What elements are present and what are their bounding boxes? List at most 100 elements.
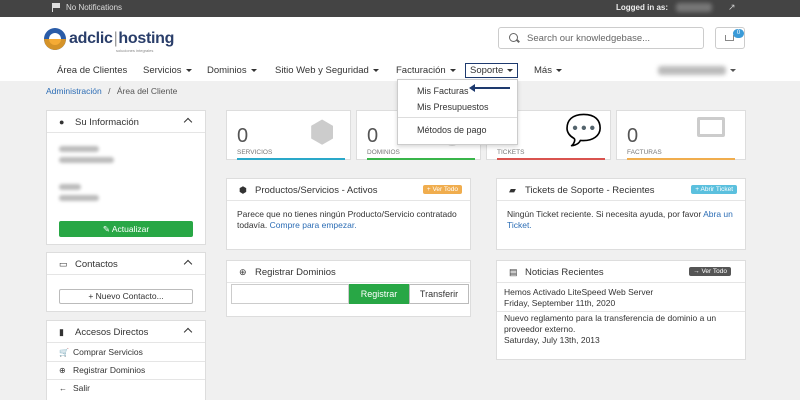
redacted-text	[59, 146, 99, 152]
view-all-button[interactable]: + Ver Todo	[422, 185, 462, 194]
knowledgebase-search	[498, 27, 704, 49]
stat-value: 0	[627, 125, 639, 147]
panel-title: Noticias Recientes	[525, 267, 604, 278]
divider	[47, 361, 205, 362]
chevron-up-icon[interactable]	[183, 117, 193, 127]
search-input[interactable]	[527, 31, 697, 45]
cart-button[interactable]: 0	[715, 27, 745, 49]
open-ticket-button[interactable]: + Abrir Ticket	[691, 185, 737, 194]
cube-icon: ⬢	[239, 185, 247, 195]
cart-icon	[725, 35, 734, 41]
cart-icon: 🛒	[59, 348, 69, 357]
panel-header: ⬢ Productos/Servicios - Activos + Ver To…	[227, 179, 470, 201]
shortcut-register-domains[interactable]: ⊕ Registrar Dominios	[59, 365, 145, 375]
stat-label: TICKETS	[497, 149, 525, 156]
comments-icon: 💬	[565, 114, 603, 147]
logout-icon[interactable]: ↗	[728, 2, 736, 13]
products-panel: ⬢ Productos/Servicios - Activos + Ver To…	[226, 178, 471, 250]
shortcut-buy-services[interactable]: 🛒 Comprar Servicios	[59, 347, 143, 357]
user-info-panel: ● Su Información ✎ Actualizar	[46, 110, 206, 245]
stat-bar	[367, 158, 475, 160]
nav-item-domains[interactable]: Dominios	[207, 65, 257, 76]
menu-item-payment-methods[interactable]: Métodos de pago	[417, 125, 487, 135]
divider	[497, 311, 745, 312]
shortcut-logout[interactable]: ← Salir	[59, 383, 90, 393]
tickets-empty-text: Ningún Ticket reciente. Si necesita ayud…	[507, 209, 733, 230]
redacted-text	[59, 157, 114, 163]
nav-item-website-security[interactable]: Sitio Web y Seguridad	[275, 65, 379, 76]
buy-link[interactable]: Compre para empezar.	[270, 220, 357, 230]
stat-tile-services[interactable]: ⬢ 0 SERVICIOS	[226, 110, 351, 160]
news-item[interactable]: Hemos Activado LiteSpeed Web Server Frid…	[504, 287, 740, 309]
chevron-up-icon[interactable]	[183, 327, 193, 337]
globe-icon: ⊕	[239, 267, 247, 277]
chevron-down-icon	[185, 68, 192, 72]
stat-bar	[237, 158, 345, 160]
redacted-text	[59, 184, 81, 190]
menu-item-my-quotes[interactable]: Mis Presupuestos	[417, 102, 489, 112]
bookmark-icon: ▮	[59, 327, 64, 337]
breadcrumb: Administración / Área del Cliente	[46, 86, 177, 96]
panel-header[interactable]: ● Su Información	[47, 111, 205, 133]
update-button[interactable]: ✎ Actualizar	[59, 221, 193, 237]
chevron-down-icon	[449, 68, 456, 72]
stat-bar	[627, 158, 735, 160]
chevron-up-icon[interactable]	[183, 259, 193, 269]
panel-header[interactable]: ▭ Contactos	[47, 253, 205, 275]
tickets-panel: ▰ Tickets de Soporte - Recientes + Abrir…	[496, 178, 746, 250]
news-date: Saturday, July 13th, 2013	[504, 335, 600, 345]
news-date: Friday, September 11th, 2020	[504, 298, 616, 308]
site-logo[interactable]: adclic|hosting soluciones integrales	[44, 28, 175, 53]
arrow-left-icon: ←	[59, 384, 67, 393]
breadcrumb-root-link[interactable]: Administración	[46, 86, 102, 96]
news-headline: Nuevo reglamento para la transferencia d…	[504, 313, 717, 334]
menu-item-my-invoices[interactable]: Mis Facturas	[417, 86, 469, 96]
search-icon[interactable]	[509, 33, 518, 42]
register-button[interactable]: Registrar	[349, 284, 409, 304]
globe-icon: ⊕	[59, 366, 66, 375]
panel-title: Productos/Servicios - Activos	[255, 185, 378, 196]
chevron-down-icon	[507, 68, 514, 72]
cube-icon: ⬢	[309, 116, 336, 149]
panel-title: Registrar Dominios	[255, 267, 336, 278]
transfer-button[interactable]: Transferir	[409, 284, 469, 304]
stat-bar	[497, 158, 605, 160]
stat-tile-invoices[interactable]: 0 FACTURAS	[616, 110, 746, 160]
nav-user-menu[interactable]	[658, 66, 726, 75]
chevron-down-icon	[372, 68, 379, 72]
nav-item-services[interactable]: Servicios	[143, 65, 192, 76]
view-all-news-button[interactable]: → Ver Todo	[689, 267, 731, 276]
panel-title: Su Información	[75, 117, 139, 128]
logo-mark-icon	[44, 28, 66, 50]
top-bar: No Notifications Logged in as: ↗	[0, 0, 800, 17]
main-nav: Área de Clientes Servicios Dominios Siti…	[0, 60, 800, 80]
panel-header: ▤ Noticias Recientes → Ver Todo	[497, 261, 745, 283]
notifications-label: No Notifications	[66, 3, 123, 12]
logged-in-user[interactable]	[676, 3, 712, 12]
shortcuts-panel: ▮ Accesos Directos 🛒 Comprar Servicios ⊕ R…	[46, 320, 206, 400]
panel-title: Contactos	[75, 259, 118, 270]
new-contact-button[interactable]: + Nuevo Contacto...	[59, 289, 193, 304]
menu-divider	[398, 117, 517, 118]
breadcrumb-current: Área del Cliente	[116, 86, 178, 96]
register-domains-panel: ⊕ Registrar Dominios Registrar Transferi…	[226, 260, 471, 317]
chevron-down-icon	[555, 68, 562, 72]
stat-label: FACTURAS	[627, 149, 662, 156]
comments-icon: ▰	[509, 185, 516, 195]
news-item[interactable]: Nuevo reglamento para la transferencia d…	[504, 313, 740, 346]
nav-item-support[interactable]: Soporte	[465, 63, 519, 78]
notifications-link[interactable]: No Notifications	[52, 3, 122, 12]
redacted-text	[59, 195, 99, 201]
logo-wordmark: adclic|hosting	[69, 30, 175, 47]
nav-item-client-area[interactable]: Área de Clientes	[57, 65, 127, 76]
stat-label: SERVICIOS	[237, 149, 273, 156]
panel-header[interactable]: ▮ Accesos Directos	[47, 321, 205, 343]
contacts-panel: ▭ Contactos + Nuevo Contacto...	[46, 252, 206, 312]
flag-icon	[52, 3, 62, 12]
stat-value: 0	[237, 125, 249, 147]
newspaper-icon: ▤	[509, 267, 518, 277]
nav-item-billing[interactable]: Facturación	[396, 65, 456, 76]
domain-input[interactable]	[231, 284, 349, 304]
nav-item-more[interactable]: Más	[534, 65, 562, 76]
news-headline: Hemos Activado LiteSpeed Web Server	[504, 287, 654, 297]
